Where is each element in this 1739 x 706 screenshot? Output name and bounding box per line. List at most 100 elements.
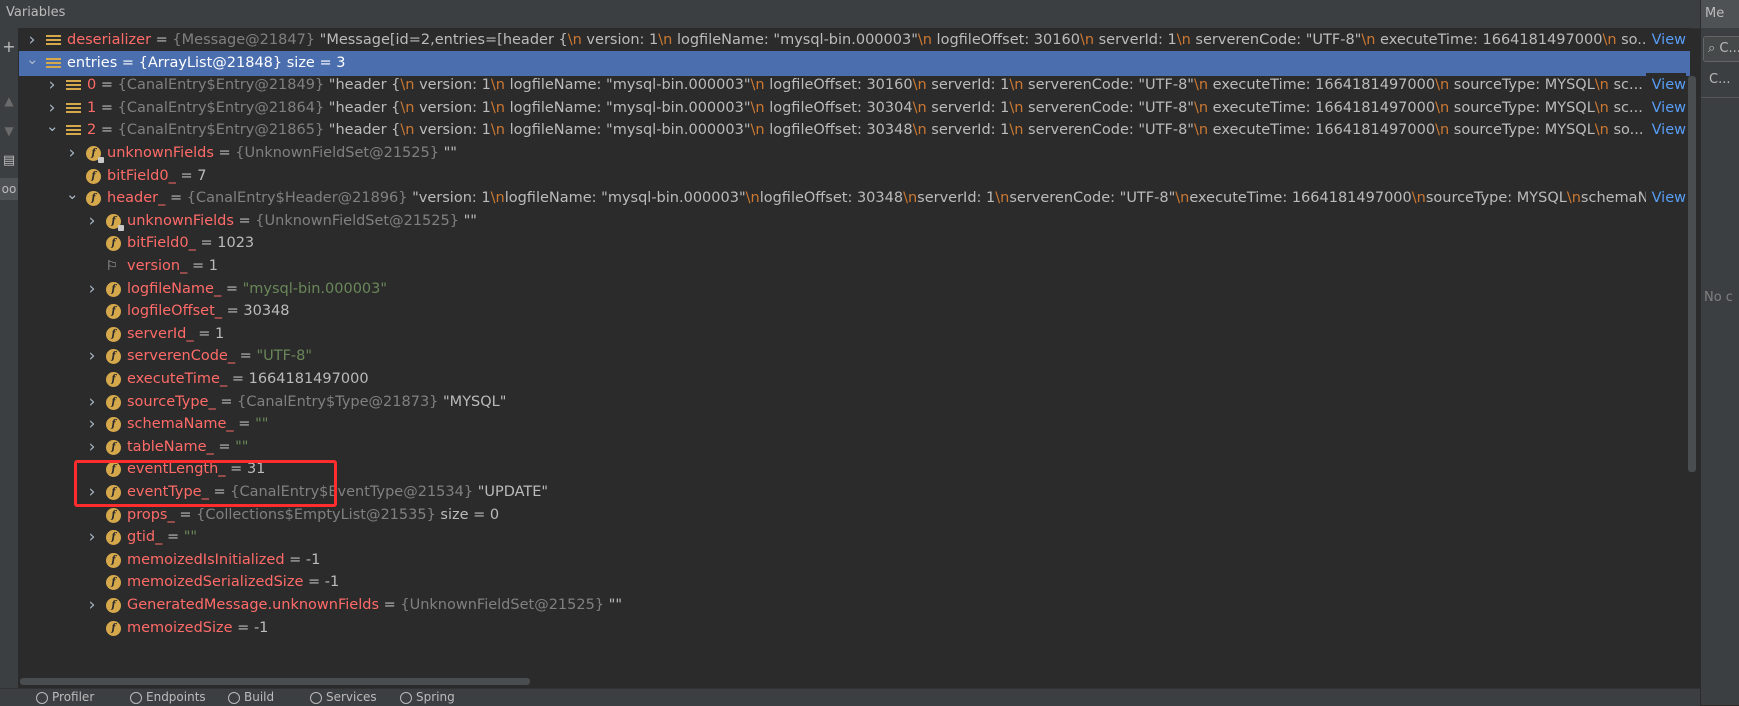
class-search-input[interactable]: ⌕ C... xyxy=(1703,36,1739,62)
tree-row[interactable]: › f serverenCode_ = "UTF-8" xyxy=(19,344,1690,369)
chevron-right-icon[interactable]: › xyxy=(46,96,58,121)
tree-row[interactable]: › f schemaName_ = "" xyxy=(19,412,1690,437)
tree-row[interactable]: › f GeneratedMessage.unknownFields = {Unkn… xyxy=(19,593,1690,618)
variable-entry: logfileName_ = "mysql-bin.000003" xyxy=(127,280,388,297)
search-icon: ⌕ xyxy=(1708,41,1716,56)
variable-name: unknownFields xyxy=(107,145,214,161)
tree-row[interactable]: f executeTime_ = 1664181497000 xyxy=(19,367,1690,392)
view-link[interactable]: View xyxy=(1645,73,1686,99)
field-icon: f xyxy=(106,507,121,523)
tree-row[interactable]: › 1 = {CanalEntry$Entry@21864} "header {\… xyxy=(19,95,1690,121)
tree-row[interactable]: › f unknownFields = {UnknownFieldSet@21525… xyxy=(19,209,1690,234)
tree-row[interactable]: › deserializer = {Message@21847} "Message… xyxy=(19,28,1690,53)
variable-entry: unknownFields = {UnknownFieldSet@21525} … xyxy=(127,212,477,229)
field-icon: f xyxy=(106,394,121,410)
chevron-right-icon[interactable]: › xyxy=(86,390,98,415)
tree-row[interactable]: f memoizedSize = -1 xyxy=(19,616,1690,641)
view-link[interactable]: View xyxy=(1645,28,1686,53)
vertical-scrollbar[interactable] xyxy=(1688,76,1696,472)
tool-window-button-endpoints[interactable]: Endpoints xyxy=(130,689,206,706)
tree-row[interactable]: › 0 = {CanalEntry$Entry@21849} "header {\… xyxy=(19,73,1690,99)
tree-row[interactable]: ⌄ 2 = {CanalEntry$Entry@21865} "header {\… xyxy=(19,118,1690,144)
tree-row[interactable]: › f tableName_ = "" xyxy=(19,435,1690,460)
variable-value: "UPDATE" xyxy=(477,484,549,500)
tree-row[interactable]: f memoizedSerializedSize = -1 xyxy=(19,570,1690,595)
variable-entry: 1 = {CanalEntry$Entry@21864} "header {\n… xyxy=(87,99,1643,116)
view-link-text[interactable]: View xyxy=(1652,77,1686,93)
variable-entry: memoizedSize = -1 xyxy=(127,619,269,636)
chevron-right-icon[interactable]: › xyxy=(46,73,58,98)
variable-name: unknownFields xyxy=(127,212,234,229)
tree-row[interactable]: ⚐ version_ = 1 xyxy=(19,254,1690,279)
chevron-right-icon[interactable]: › xyxy=(86,344,98,369)
view-link-text[interactable]: View xyxy=(1652,100,1686,116)
view-link-text[interactable]: View xyxy=(1652,190,1686,206)
tree-row[interactable]: f logfileOffset_ = 30348 xyxy=(19,299,1690,324)
view-link[interactable]: View xyxy=(1645,118,1686,144)
tool-window-button-profiler[interactable]: Profiler xyxy=(36,689,94,706)
tree-row[interactable]: f memoizedIsInitialized = -1 xyxy=(19,548,1690,573)
view-link[interactable]: View xyxy=(1645,186,1686,212)
variable-name: memoizedSize xyxy=(127,619,233,636)
glasses-icon[interactable]: oo xyxy=(0,178,18,200)
variable-value: "header {\n version: 1\n logfileName: "m… xyxy=(328,122,1644,139)
field-icon: f xyxy=(106,236,121,252)
chevron-right-icon[interactable]: › xyxy=(86,525,98,550)
tool-window-button-services[interactable]: Services xyxy=(310,689,377,706)
divider xyxy=(1701,97,1739,98)
chevron-right-icon[interactable]: › xyxy=(86,412,98,437)
annotation-highlight-box xyxy=(74,460,337,507)
chevron-down-icon[interactable]: ⌄ xyxy=(46,118,59,139)
field-icon: f xyxy=(106,530,121,546)
tree-row[interactable]: › f logfileName_ = "mysql-bin.000003" xyxy=(19,277,1690,302)
class-column-header[interactable]: C... xyxy=(1709,72,1730,87)
tree-row[interactable]: f bitField0_ = 7 xyxy=(19,164,1690,189)
tool-window-label: Services xyxy=(326,690,377,704)
tree-row[interactable]: f bitField0_ = 1023 xyxy=(19,231,1690,256)
chevron-right-icon[interactable]: › xyxy=(86,209,98,234)
variable-entry: GeneratedMessage.unknownFields = {Unknow… xyxy=(127,597,622,613)
chevron-down-icon[interactable]: ⌄ xyxy=(66,186,79,207)
field-icon: f xyxy=(106,349,121,365)
chevron-right-icon[interactable]: › xyxy=(66,141,78,166)
variable-value: "" xyxy=(608,597,622,613)
horizontal-scrollbar[interactable] xyxy=(20,678,530,685)
chevron-down-icon[interactable]: ⌄ xyxy=(26,51,39,72)
tool-window-label: Build xyxy=(244,690,275,704)
variable-entry: memoizedSerializedSize = -1 xyxy=(127,574,340,591)
chevron-right-icon[interactable]: › xyxy=(86,277,98,302)
variable-name: props_ xyxy=(127,506,175,523)
field-icon: f xyxy=(106,304,121,320)
tree-row[interactable]: › f gtid_ = "" xyxy=(19,525,1690,550)
view-link[interactable]: View xyxy=(1645,95,1686,121)
variable-name: 0 xyxy=(87,77,97,94)
field-icon: f xyxy=(106,620,121,636)
variable-entry: executeTime_ = 1664181497000 xyxy=(127,371,369,387)
tree-row[interactable]: ⌄ f header_ = {CanalEntry$Header@21896} "v… xyxy=(19,186,1690,212)
tree-row[interactable]: ⌄ entries = {ArrayList@21848} size = 3 xyxy=(19,50,1690,76)
variable-entry: memoizedIsInitialized = -1 xyxy=(127,551,321,568)
copy-icon[interactable]: ▤ xyxy=(0,150,18,172)
field-icon: f xyxy=(106,417,121,433)
flag-icon: ⚐ xyxy=(106,259,118,274)
tree-row[interactable]: f serverId_ = 1 xyxy=(19,322,1690,347)
view-link-text[interactable]: View xyxy=(1652,122,1686,138)
lock-icon xyxy=(118,224,124,231)
tree-row[interactable]: › f unknownFields = {UnknownFieldSet@21525… xyxy=(19,141,1690,166)
view-link-text[interactable]: View xyxy=(1652,32,1686,48)
move-up-icon[interactable]: ▲ xyxy=(0,90,18,112)
variables-tree[interactable]: › deserializer = {Message@21847} "Message… xyxy=(19,28,1690,687)
chevron-right-icon[interactable]: › xyxy=(86,593,98,618)
tool-window-button-build[interactable]: Build xyxy=(228,689,274,706)
tool-window-button-spring[interactable]: Spring xyxy=(400,689,455,706)
chevron-right-icon[interactable]: › xyxy=(86,435,98,460)
tree-row[interactable]: › f sourceType_ = {CanalEntry$Type@21873} … xyxy=(19,390,1690,415)
object-reference: {CanalEntry$Type@21873} xyxy=(237,393,444,410)
build-icon xyxy=(228,691,240,704)
variable-entry: logfileOffset_ = 30348 xyxy=(127,303,290,320)
chevron-right-icon[interactable]: › xyxy=(26,28,38,53)
add-watch-icon[interactable]: + xyxy=(0,36,18,58)
move-down-icon[interactable]: ▼ xyxy=(0,120,18,142)
field-icon: f xyxy=(86,146,104,163)
memory-tab[interactable]: Me xyxy=(1701,0,1739,28)
